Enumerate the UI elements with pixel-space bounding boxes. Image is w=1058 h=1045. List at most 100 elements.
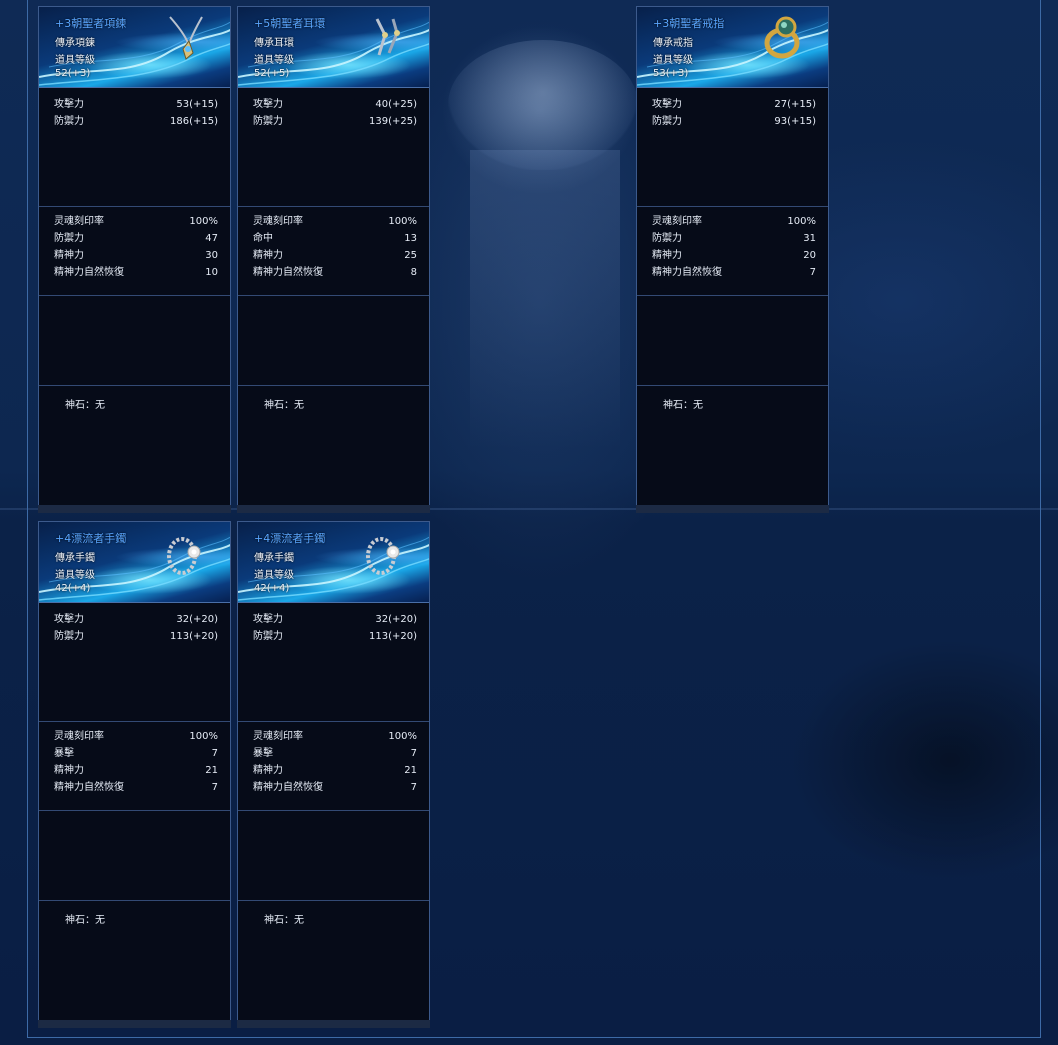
item-card[interactable]: +4漂流者手鐲 傳承手鐲 道具等级 42(+4) 攻擊力 32(+20) 防禦力 113(+2… (237, 521, 430, 1028)
item-level: 42(+4) (55, 583, 91, 594)
stat-row: 灵魂刻印率 100% (238, 728, 429, 745)
stat-row: 防禦力 113(+20) (39, 628, 230, 645)
stat-value: 47 (205, 233, 218, 244)
stat-row: 精神力自然恢復 10 (39, 264, 230, 281)
item-card[interactable]: +5朝聖者耳環 傳承耳環 道具等级 52(+5) 攻擊力 40(+25) 防禦力 139(+2… (237, 6, 430, 513)
stat-value: 7 (410, 748, 417, 759)
item-header: +5朝聖者耳環 傳承耳環道具等级 52(+5) (238, 7, 429, 88)
item-type: 傳承項鍊 (55, 38, 95, 49)
stat-label: 防禦力 (652, 116, 682, 127)
stat-row: 灵魂刻印率 100% (637, 213, 828, 230)
item-type: 傳承戒指 (653, 38, 693, 49)
item-type: 傳承手鐲 (55, 553, 95, 564)
stat-label: 灵魂刻印率 (253, 216, 303, 227)
stat-label: 精神力 (54, 250, 84, 261)
stat-row: 灵魂刻印率 100% (39, 213, 230, 230)
stat-label: 精神力 (652, 250, 682, 261)
base-stats: 攻擊力 40(+25) 防禦力 139(+25) (238, 88, 429, 207)
gem-section: 神石：无 (637, 386, 828, 506)
stat-row: 暴擊 7 (238, 745, 429, 762)
bracelet-icon (363, 528, 407, 576)
stat-row: 精神力 21 (238, 762, 429, 779)
empty-section (238, 811, 429, 901)
stat-label: 灵魂刻印率 (54, 216, 104, 227)
stat-row: 攻擊力 32(+20) (238, 611, 429, 628)
stat-label: 精神力 (54, 765, 84, 776)
stat-value: 21 (404, 765, 417, 776)
stat-value: 7 (410, 782, 417, 793)
stat-value: 186(+15) (170, 116, 218, 127)
stat-row: 防禦力 47 (39, 230, 230, 247)
stat-label: 攻擊力 (54, 614, 84, 625)
stat-value: 7 (809, 267, 816, 278)
gem-section: 神石：无 (238, 386, 429, 506)
stat-label: 精神力 (253, 250, 283, 261)
stat-label: 暴擊 (253, 748, 273, 759)
stat-label: 防禦力 (54, 631, 84, 642)
stat-value: 93(+15) (774, 116, 816, 127)
item-level-label: 道具等级 (653, 55, 693, 66)
stat-label: 精神力 (253, 765, 283, 776)
item-header: +4漂流者手鐲 傳承手鐲 道具等级 42(+4) (39, 522, 230, 603)
item-header: +3朝聖者戒指 傳承戒指 道具等级 53(+3) (637, 7, 828, 88)
item-level-label: 道具等级 (254, 55, 294, 66)
bonus-stats: 灵魂刻印率 100% 暴擊 7 精神力 21 精神力自然恢復 7 (39, 722, 230, 811)
stat-label: 攻擊力 (652, 99, 682, 110)
stat-value: 13 (404, 233, 417, 244)
item-name: +5朝聖者耳環 (254, 17, 326, 30)
card-shadow (636, 505, 829, 513)
card-shadow (38, 505, 231, 513)
item-level-label: 道具等級 (55, 55, 95, 66)
ring-icon (762, 13, 806, 61)
item-level-label: 道具等级 (55, 570, 95, 581)
gem-slot: 神石：无 (65, 400, 105, 411)
card-shadow (237, 505, 430, 513)
empty-section (39, 296, 230, 386)
stat-value: 100% (388, 216, 417, 227)
stat-value: 40(+25) (375, 99, 417, 110)
stat-value: 100% (189, 216, 218, 227)
item-level: 52(+3) (55, 68, 91, 79)
stat-row: 防禦力 113(+20) (238, 628, 429, 645)
stat-row: 攻擊力 53(+15) (39, 96, 230, 113)
stat-label: 防禦力 (253, 631, 283, 642)
stat-label: 防禦力 (54, 233, 84, 244)
item-card[interactable]: +3朝聖者戒指 傳承戒指 道具等级 53(+3) 攻擊力 27(+15) 防禦力 93(+15… (636, 6, 829, 513)
item-type: 傳承手鐲 (254, 553, 294, 564)
stat-label: 精神力自然恢復 (652, 267, 722, 278)
gem-section: 神石：无 (238, 901, 429, 1021)
base-stats: 攻擊力 32(+20) 防禦力 113(+20) (39, 603, 230, 722)
base-stats: 攻擊力 32(+20) 防禦力 113(+20) (238, 603, 429, 722)
stat-value: 100% (388, 731, 417, 742)
earring-icon (363, 13, 407, 61)
stat-value: 20 (803, 250, 816, 261)
stat-value: 113(+20) (369, 631, 417, 642)
stat-value: 8 (410, 267, 417, 278)
empty-section (637, 296, 828, 386)
item-level-label: 道具等级 (254, 570, 294, 581)
item-card[interactable]: +4漂流者手鐲 傳承手鐲 道具等级 42(+4) 攻擊力 32(+20) 防禦力 113(+2… (38, 521, 231, 1028)
stat-row: 精神力 20 (637, 247, 828, 264)
gem-slot: 神石：无 (264, 400, 304, 411)
stat-label: 攻擊力 (253, 614, 283, 625)
stat-row: 精神力自然恢復 7 (637, 264, 828, 281)
gem-slot: 神石：无 (264, 915, 304, 926)
stat-row: 攻擊力 40(+25) (238, 96, 429, 113)
bonus-stats: 灵魂刻印率 100% 防禦力 47 精神力 30 精神力自然恢復 10 (39, 207, 230, 296)
stat-row: 精神力自然恢復 7 (39, 779, 230, 796)
stat-value: 30 (205, 250, 218, 261)
item-card[interactable]: +3朝聖者項鍊 傳承項鍊 道具等級 52(+3) 攻擊力 53(+15) 防禦力 186(+1… (38, 6, 231, 513)
item-level: 52(+5) (254, 68, 290, 79)
stat-row: 防禦力 93(+15) (637, 113, 828, 130)
stat-label: 攻擊力 (253, 99, 283, 110)
stat-label: 精神力自然恢復 (54, 267, 124, 278)
bonus-stats: 灵魂刻印率 100% 防禦力 31 精神力 20 精神力自然恢復 7 (637, 207, 828, 296)
stat-label: 防禦力 (253, 116, 283, 127)
stat-label: 灵魂刻印率 (652, 216, 702, 227)
item-type: 傳承耳環 (254, 38, 294, 49)
stat-row: 精神力 21 (39, 762, 230, 779)
stat-label: 防禦力 (54, 116, 84, 127)
stat-label: 防禦力 (652, 233, 682, 244)
gem-slot: 神石：无 (663, 400, 703, 411)
stat-value: 25 (404, 250, 417, 261)
